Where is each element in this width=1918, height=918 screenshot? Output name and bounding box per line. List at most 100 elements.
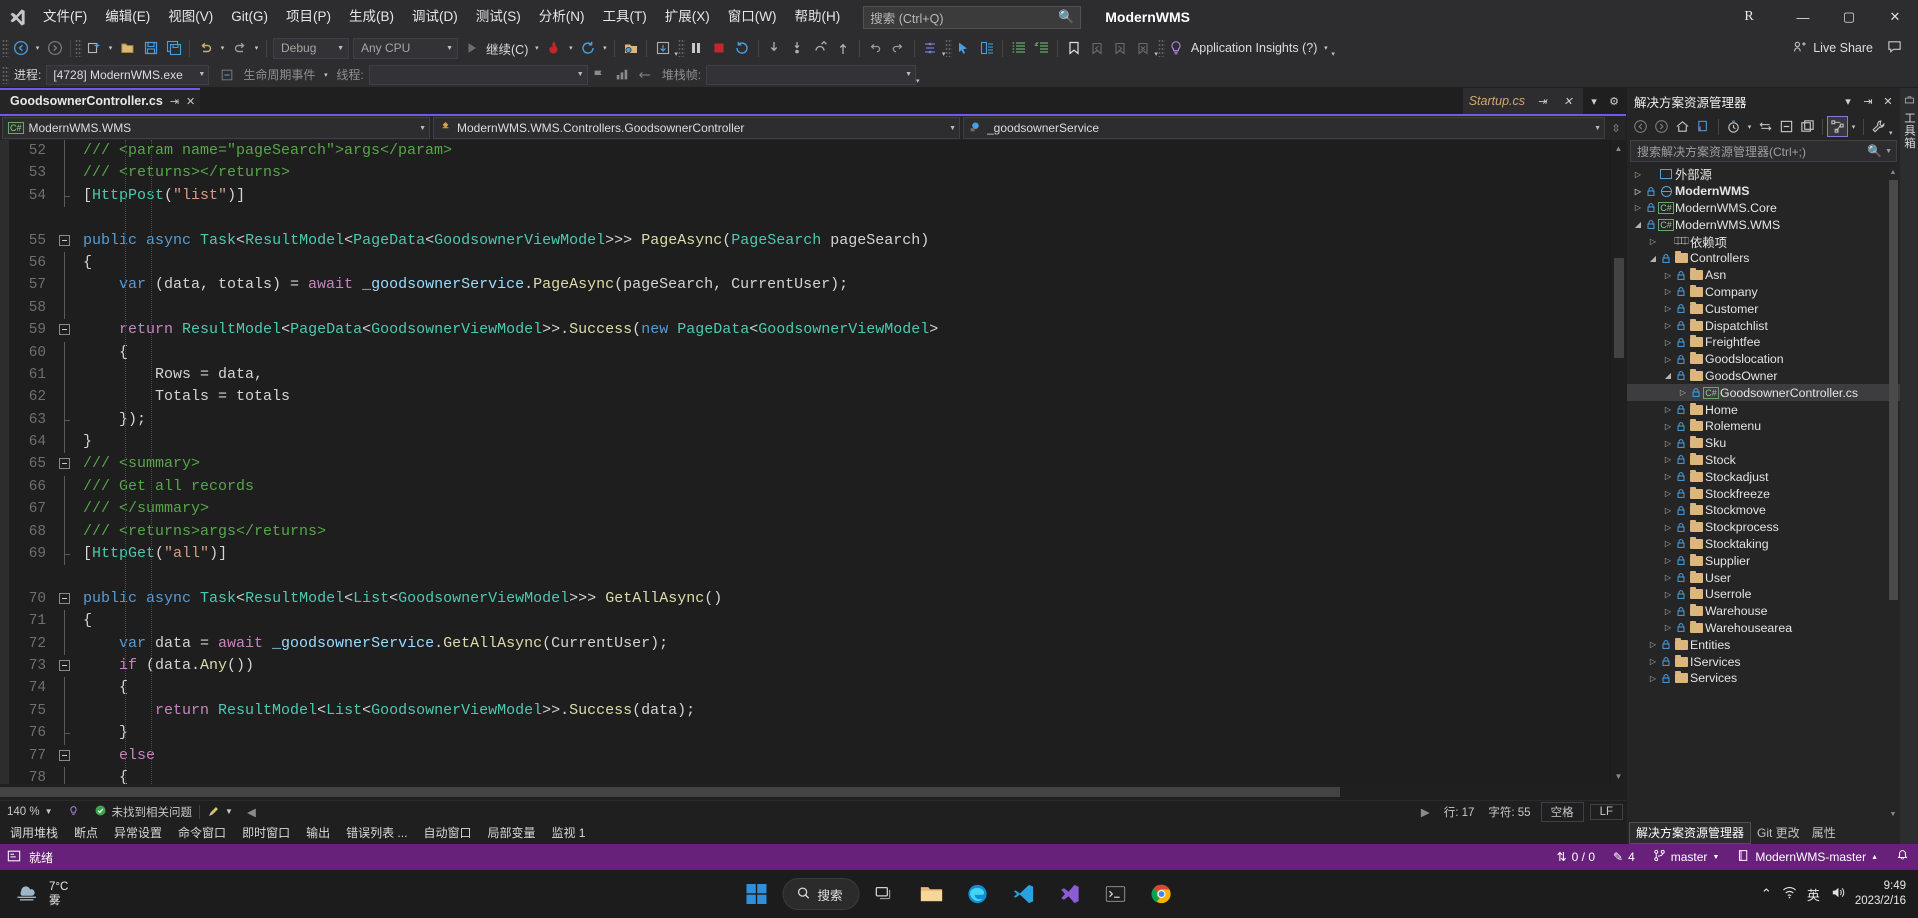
taskbar-clock[interactable]: 9:49 2023/2/16 xyxy=(1855,879,1906,909)
selection-margin[interactable] xyxy=(0,699,9,723)
chevron-collapsed-icon[interactable]: ▷ xyxy=(1661,472,1675,481)
editor-horizontal-scrollbar[interactable] xyxy=(0,784,1626,800)
hscroll-thumb[interactable] xyxy=(0,787,1340,797)
step-out-icon[interactable] xyxy=(809,37,832,59)
scroll-thumb[interactable] xyxy=(1614,258,1624,358)
tree-node-warehouse[interactable]: ▷ Warehouse xyxy=(1627,603,1900,620)
fold-collapse-icon[interactable] xyxy=(59,749,70,761)
chevron-collapsed-icon[interactable]: ▷ xyxy=(1661,271,1675,280)
code-text[interactable]: [HttpPost("list")] xyxy=(77,185,1610,207)
code-editor[interactable]: 52 /// <param name="pageSearch">args</par… xyxy=(0,140,1626,784)
chevron-collapsed-icon[interactable]: ▷ xyxy=(1646,640,1660,649)
dock-tab-5[interactable]: 输出 xyxy=(298,822,338,844)
tree-node-goodsownercontroller-cs[interactable]: ▷ C# GoodsownerController.cs xyxy=(1627,384,1900,402)
chevron-collapsed-icon[interactable]: ▷ xyxy=(1661,439,1675,448)
step-over-icon[interactable] xyxy=(786,37,809,59)
tree-node-goodslocation[interactable]: ▷ Goodslocation xyxy=(1627,351,1900,368)
code-line[interactable]: 72 var data = await _goodsownerService.G… xyxy=(0,632,1610,655)
code-text[interactable]: /// </summary> xyxy=(77,498,1610,520)
forward-icon[interactable] xyxy=(1651,116,1672,137)
flag-icon[interactable] xyxy=(588,64,611,86)
fold-margin[interactable] xyxy=(53,207,77,229)
code-line[interactable]: 62 Totals = totals xyxy=(0,386,1610,409)
menu-edit[interactable]: 编辑(E) xyxy=(96,5,159,29)
fold-margin[interactable] xyxy=(53,230,77,252)
chevron-collapsed-icon[interactable]: ▷ xyxy=(1661,539,1675,548)
selection-margin[interactable] xyxy=(0,408,9,432)
split-window-icon[interactable]: ⇳ xyxy=(1606,116,1626,140)
pending-changes-dropdown-icon[interactable]: ▾ xyxy=(1744,116,1755,138)
parallel-stacks-icon[interactable] xyxy=(634,64,657,86)
code-line[interactable]: 52 /// <param name="pageSearch">args</par… xyxy=(0,140,1610,163)
volume-icon[interactable] xyxy=(1830,885,1845,903)
chevron-expanded-icon[interactable]: ◢ xyxy=(1661,371,1675,380)
code-text[interactable]: else xyxy=(77,745,1610,767)
threads-icon[interactable] xyxy=(611,64,634,86)
chevron-collapsed-icon[interactable]: ▷ xyxy=(1661,489,1675,498)
new-project-icon[interactable] xyxy=(82,37,105,59)
tree-node-sku[interactable]: ▷ Sku xyxy=(1627,435,1900,452)
code-line[interactable]: 53 /// <returns></returns> xyxy=(0,162,1610,185)
solution-toolbar-overflow[interactable]: ▾ xyxy=(1889,116,1893,138)
tree-node-asn[interactable]: ▷ Asn xyxy=(1627,267,1900,284)
back-dropdown-icon[interactable]: ▾ xyxy=(32,37,43,59)
code-line[interactable]: 60 { xyxy=(0,341,1610,364)
pending-changes-icon[interactable] xyxy=(1723,116,1744,137)
tree-node-userrole[interactable]: ▷ Userrole xyxy=(1627,586,1900,603)
fold-margin[interactable] xyxy=(53,655,77,677)
step-up-icon[interactable] xyxy=(832,37,855,59)
editor-vertical-scrollbar[interactable]: ▲ ▼ xyxy=(1610,140,1626,784)
tree-node-customer[interactable]: ▷ Customer xyxy=(1627,300,1900,317)
tree-node--[interactable]: ▷ 外部源 xyxy=(1627,166,1900,183)
selection-margin[interactable] xyxy=(0,565,9,588)
code-line[interactable] xyxy=(0,565,1610,588)
code-scroll-region[interactable]: 52 /// <param name="pageSearch">args</par… xyxy=(0,140,1610,784)
code-text[interactable]: } xyxy=(77,722,1610,744)
selection-margin[interactable] xyxy=(0,654,9,678)
chevron-collapsed-icon[interactable]: ▷ xyxy=(1661,506,1675,515)
selection-margin[interactable] xyxy=(0,296,9,320)
code-line[interactable]: 65 /// <summary> xyxy=(0,453,1610,476)
vscode-icon[interactable] xyxy=(1004,874,1044,914)
file-explorer-icon[interactable] xyxy=(912,874,952,914)
chevron-down-icon[interactable]: ▼ xyxy=(45,807,53,816)
open-file-icon[interactable] xyxy=(116,37,139,59)
navbar-project-combo[interactable]: C# ModernWMS.WMS ▼ xyxy=(2,117,430,139)
back-icon[interactable] xyxy=(1630,116,1651,137)
solution-tree[interactable]: ▷ 外部源 ▷ ModernWMS ▷ C# ModernWMS.Core ◢ C# Modern… xyxy=(1627,164,1900,822)
code-line[interactable]: 70 public async Task<ResultModel<List<Goo… xyxy=(0,587,1610,611)
selection-margin[interactable] xyxy=(0,207,9,230)
code-text[interactable]: Totals = totals xyxy=(77,386,1610,408)
tree-node-goodsowner[interactable]: ◢ GoodsOwner xyxy=(1627,368,1900,385)
chevron-collapsed-icon[interactable]: ▷ xyxy=(1661,405,1675,414)
fold-margin[interactable] xyxy=(53,251,77,275)
chevron-collapsed-icon[interactable]: ▷ xyxy=(1676,388,1690,397)
task-view-icon[interactable] xyxy=(866,874,906,914)
selection-margin[interactable] xyxy=(0,319,9,342)
menu-git[interactable]: Git(G) xyxy=(222,5,277,29)
tree-node-stockadjust[interactable]: ▷ Stockadjust xyxy=(1627,468,1900,485)
terminal-icon[interactable] xyxy=(1096,874,1136,914)
next-nav-icon[interactable]: ▶ xyxy=(1414,805,1437,819)
code-line[interactable] xyxy=(0,207,1610,230)
breakpoint-icon[interactable] xyxy=(619,37,642,59)
application-insights-dropdown-icon[interactable]: ▾ xyxy=(1320,37,1331,59)
next-bookmark-icon[interactable] xyxy=(1108,37,1131,59)
fold-collapse-icon[interactable] xyxy=(59,324,70,336)
toolbar-grip-2[interactable] xyxy=(75,39,82,57)
live-share-button[interactable]: Live Share xyxy=(1793,40,1873,57)
gear-icon[interactable]: ⚙ xyxy=(1605,90,1623,112)
menu-help[interactable]: 帮助(H) xyxy=(785,5,849,29)
close-icon[interactable]: ✕ xyxy=(186,95,195,108)
fold-margin[interactable] xyxy=(53,184,77,208)
debugbar-grip[interactable] xyxy=(2,65,9,84)
fold-margin[interactable] xyxy=(53,274,77,297)
repository[interactable]: ModernWMS-master ▲ xyxy=(1728,844,1887,870)
brush-icon[interactable]: ▼ xyxy=(200,805,240,818)
redo-icon[interactable] xyxy=(228,37,251,59)
dock-tab-6[interactable]: 错误列表 ... xyxy=(338,822,415,844)
feedback-icon[interactable] xyxy=(1887,39,1902,57)
chevron-down-icon[interactable]: ▼ xyxy=(225,807,233,816)
code-text[interactable]: { xyxy=(77,610,1610,632)
scroll-down-icon[interactable]: ▼ xyxy=(1611,768,1626,784)
